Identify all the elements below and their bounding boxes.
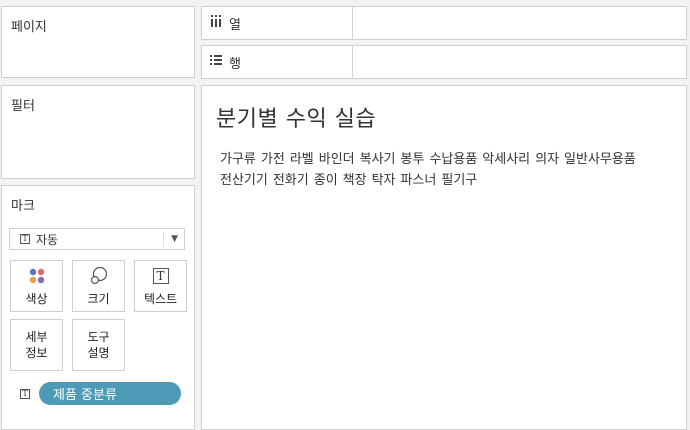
size-icon (89, 265, 109, 287)
word-mark[interactable]: 라벨 (290, 152, 314, 167)
mark-type-dropdown[interactable]: T 자동 ▼ (9, 228, 185, 250)
word-mark[interactable]: 봉투 (401, 152, 425, 167)
detail-label-line2: 정보 (25, 346, 48, 360)
word-mark[interactable]: 수납용품 (429, 152, 477, 167)
dropdown-separator (163, 231, 164, 247)
size-label: 크기 (87, 292, 110, 306)
filters-title: 필터 (11, 99, 35, 114)
word-mark[interactable]: 바인더 (319, 152, 355, 167)
detail-label-line1: 세부 (25, 330, 48, 344)
word-mark[interactable]: 책장 (343, 173, 367, 188)
text-field-row: T 제품 중분류 (20, 382, 181, 405)
pages-title: 페이지 (11, 20, 47, 35)
word-list: 가구류 가전 라벨 바인더 복사기 봉투 수납용품 악세사리 의자 일반사무용품전산기기 전화기 종이… (220, 149, 670, 191)
word-mark[interactable]: 복사기 (360, 152, 396, 167)
word-mark[interactable]: 가전 (261, 152, 285, 167)
detail-button[interactable]: 세부 정보 (10, 319, 63, 371)
columns-shelf: 열 (201, 6, 687, 40)
mark-type-value: 자동 (36, 232, 59, 247)
pages-card: 페이지 (1, 6, 195, 78)
columns-icon (210, 15, 222, 31)
word-mark[interactable]: 종이 (314, 173, 338, 188)
rows-drop-area[interactable] (345, 46, 686, 78)
text-label: 텍스트 (143, 292, 178, 306)
word-mark[interactable]: 탁자 (372, 173, 396, 188)
view-area[interactable]: 분기별 수익 실습 가구류 가전 라벨 바인더 복사기 봉투 수납용품 악세사리 의자 일반사무용… (201, 85, 687, 430)
rows-icon (210, 54, 222, 70)
color-button[interactable]: 색상 (10, 260, 63, 312)
rows-shelf: 행 (201, 45, 687, 79)
filters-card: 필터 (1, 85, 195, 179)
size-button[interactable]: 크기 (72, 260, 125, 312)
word-mark[interactable]: 전산기기 (220, 173, 268, 188)
marks-title: 마크 (11, 199, 35, 214)
word-mark[interactable]: 일반사무용품 (564, 152, 636, 167)
tooltip-label-line2: 설명 (87, 346, 110, 360)
text-button[interactable]: T 텍스트 (134, 260, 187, 312)
word-mark[interactable]: 전화기 (273, 173, 309, 188)
tooltip-button[interactable]: 도구 설명 (72, 319, 125, 371)
tooltip-label-line1: 도구 (87, 330, 110, 344)
color-icon (28, 265, 46, 287)
columns-drop-area[interactable] (345, 7, 686, 39)
word-mark[interactable]: 파스너 (401, 173, 437, 188)
rows-label: 행 (229, 56, 241, 72)
columns-shelf-label-area: 열 (202, 7, 353, 39)
field-pill[interactable]: 제품 중분류 (39, 382, 181, 405)
word-mark[interactable]: 가구류 (220, 152, 256, 167)
columns-label: 열 (229, 17, 241, 33)
chevron-down-icon: ▼ (171, 234, 178, 244)
rows-shelf-label-area: 행 (202, 46, 353, 78)
text-mark-icon: T (20, 234, 30, 244)
view-title: 분기별 수익 실습 (216, 107, 377, 132)
text-field-icon: T (20, 388, 30, 399)
color-label: 색상 (25, 292, 48, 306)
word-mark[interactable]: 의자 (535, 152, 559, 167)
word-mark[interactable]: 악세사리 (482, 152, 530, 167)
text-icon: T (152, 265, 169, 287)
word-mark[interactable]: 필기구 (441, 173, 477, 188)
